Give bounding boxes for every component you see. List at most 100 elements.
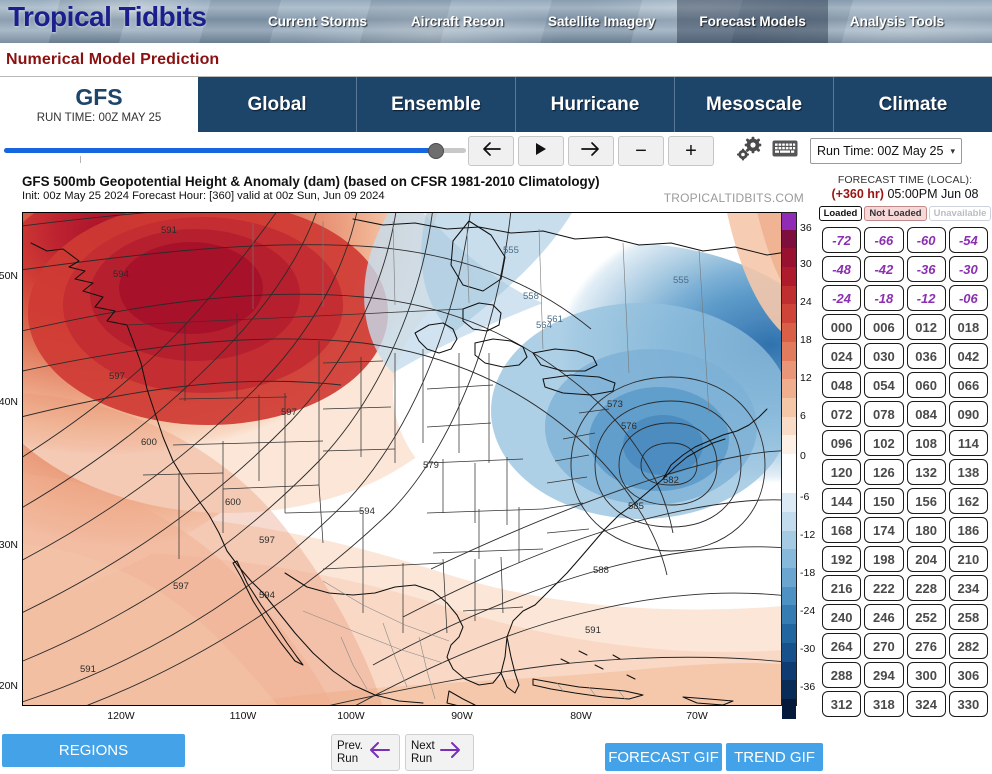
hour-button[interactable]: 126: [864, 459, 904, 485]
prev-run-button[interactable]: Prev. Run: [331, 734, 400, 771]
hour-button[interactable]: 228: [906, 575, 946, 601]
hour-button[interactable]: 162: [948, 488, 988, 514]
hour-button[interactable]: -66: [864, 227, 904, 253]
hour-button[interactable]: 258: [948, 604, 988, 630]
forecast-gif-button[interactable]: FORECAST GIF: [605, 743, 722, 771]
forecast-hour-sidebar: FORECAST TIME (LOCAL): (+360 hr) 05:00PM…: [818, 170, 992, 730]
legend-not-loaded: Not Loaded: [864, 206, 927, 221]
model-name: GFS: [75, 83, 123, 110]
hour-button[interactable]: -18: [864, 285, 904, 311]
hour-button[interactable]: 306: [948, 662, 988, 688]
increase-speed-button[interactable]: +: [668, 136, 714, 166]
cbar-tick-n12: -12: [800, 529, 816, 541]
step-back-button[interactable]: [468, 136, 514, 166]
hour-button[interactable]: 270: [864, 633, 904, 659]
forecast-hour-slider[interactable]: [2, 132, 468, 170]
hour-button[interactable]: 084: [906, 401, 946, 427]
hour-button[interactable]: 042: [948, 343, 988, 369]
hour-button[interactable]: -30: [948, 256, 988, 282]
hour-button[interactable]: 102: [864, 430, 904, 456]
hour-button[interactable]: 246: [864, 604, 904, 630]
footer-toolbar: REGIONS Prev. Run Next Run FORECAST GIF …: [0, 730, 992, 774]
hour-button[interactable]: 252: [906, 604, 946, 630]
hour-button[interactable]: -06: [948, 285, 988, 311]
hour-button[interactable]: 060: [906, 372, 946, 398]
tab-global[interactable]: Global: [198, 77, 356, 132]
model-map-image[interactable]: 591 594 597 600 600 597 597 597 594 594 …: [22, 212, 795, 706]
hour-button[interactable]: 132: [906, 459, 946, 485]
tab-mesoscale[interactable]: Mesoscale: [674, 77, 833, 132]
hour-button[interactable]: 318: [864, 691, 904, 717]
regions-button[interactable]: REGIONS: [2, 734, 185, 767]
hour-button[interactable]: 150: [864, 488, 904, 514]
tab-ensemble[interactable]: Ensemble: [356, 77, 515, 132]
cbar-tick-30: 30: [800, 258, 812, 270]
hour-button[interactable]: -36: [906, 256, 946, 282]
hour-button[interactable]: -12: [906, 285, 946, 311]
y-tick-20n: 20N: [0, 680, 18, 692]
slider-thumb[interactable]: [428, 143, 444, 159]
tab-hurricane[interactable]: Hurricane: [515, 77, 674, 132]
site-logo-text: Tropical Tidbits: [8, 1, 207, 32]
nav-item-current-storms[interactable]: Current Storms: [246, 0, 389, 43]
site-logo[interactable]: Tropical Tidbits: [8, 1, 207, 33]
hour-button[interactable]: 030: [864, 343, 904, 369]
nav-item-forecast-models[interactable]: Forecast Models: [677, 0, 828, 43]
next-run-button[interactable]: Next Run: [405, 734, 474, 771]
cbar-tick-n24: -24: [800, 605, 816, 617]
hour-button[interactable]: 234: [948, 575, 988, 601]
hour-button[interactable]: 198: [864, 546, 904, 572]
hour-button[interactable]: 108: [906, 430, 946, 456]
hour-button[interactable]: 300: [906, 662, 946, 688]
forecast-hour-grid: -72 -66 -60 -54 -48 -42 -36 -30 -24 -18 …: [822, 227, 988, 717]
svg-text:591: 591: [585, 625, 601, 636]
legend-unavailable: Unavailable: [928, 206, 992, 221]
hour-button[interactable]: 018: [948, 314, 988, 340]
nav-item-aircraft-recon[interactable]: Aircraft Recon: [389, 0, 526, 43]
hour-button[interactable]: 174: [864, 517, 904, 543]
hour-button[interactable]: 012: [906, 314, 946, 340]
run-time-select[interactable]: Run Time: 00Z May 25 ▾: [810, 138, 962, 164]
svg-text:558: 558: [523, 291, 539, 302]
hour-button[interactable]: 186: [948, 517, 988, 543]
prev-run-label: Prev. Run: [337, 740, 363, 765]
hour-button[interactable]: 204: [906, 546, 946, 572]
hour-button[interactable]: 138: [948, 459, 988, 485]
tab-climate[interactable]: Climate: [833, 77, 992, 132]
svg-text:579: 579: [423, 460, 439, 471]
svg-text:600: 600: [141, 437, 157, 448]
decrease-speed-button[interactable]: −: [618, 136, 664, 166]
hour-button[interactable]: 066: [948, 372, 988, 398]
hour-button[interactable]: 156: [906, 488, 946, 514]
hour-button[interactable]: -42: [864, 256, 904, 282]
arrow-right-icon: [580, 140, 602, 163]
hour-button[interactable]: 324: [906, 691, 946, 717]
hour-button[interactable]: 210: [948, 546, 988, 572]
nav-item-satellite-imagery[interactable]: Satellite Imagery: [526, 0, 677, 43]
hour-button[interactable]: 276: [906, 633, 946, 659]
hour-button[interactable]: 330: [948, 691, 988, 717]
step-forward-button[interactable]: [568, 136, 614, 166]
hour-button[interactable]: 294: [864, 662, 904, 688]
trend-gif-button[interactable]: TREND GIF: [726, 743, 823, 771]
settings-button[interactable]: [732, 136, 766, 166]
hour-button[interactable]: 054: [864, 372, 904, 398]
hour-button[interactable]: 114: [948, 430, 988, 456]
cbar-tick-0: 0: [800, 450, 806, 462]
keyboard-shortcuts-button[interactable]: [768, 136, 802, 166]
nav-item-analysis-tools[interactable]: Analysis Tools: [828, 0, 966, 43]
svg-text:597: 597: [109, 371, 125, 382]
model-category-tabs: Global Ensemble Hurricane Mesoscale Clim…: [198, 77, 992, 132]
hour-button[interactable]: 282: [948, 633, 988, 659]
play-button[interactable]: [518, 136, 564, 166]
hour-button[interactable]: 078: [864, 401, 904, 427]
x-tick-120w: 120W: [107, 710, 135, 722]
hour-button[interactable]: 090: [948, 401, 988, 427]
hour-button[interactable]: -54: [948, 227, 988, 253]
hour-button[interactable]: 222: [864, 575, 904, 601]
hour-button[interactable]: 006: [864, 314, 904, 340]
hour-button[interactable]: 180: [906, 517, 946, 543]
hour-button[interactable]: -60: [906, 227, 946, 253]
x-tick-70w: 70W: [686, 710, 708, 722]
hour-button[interactable]: 036: [906, 343, 946, 369]
